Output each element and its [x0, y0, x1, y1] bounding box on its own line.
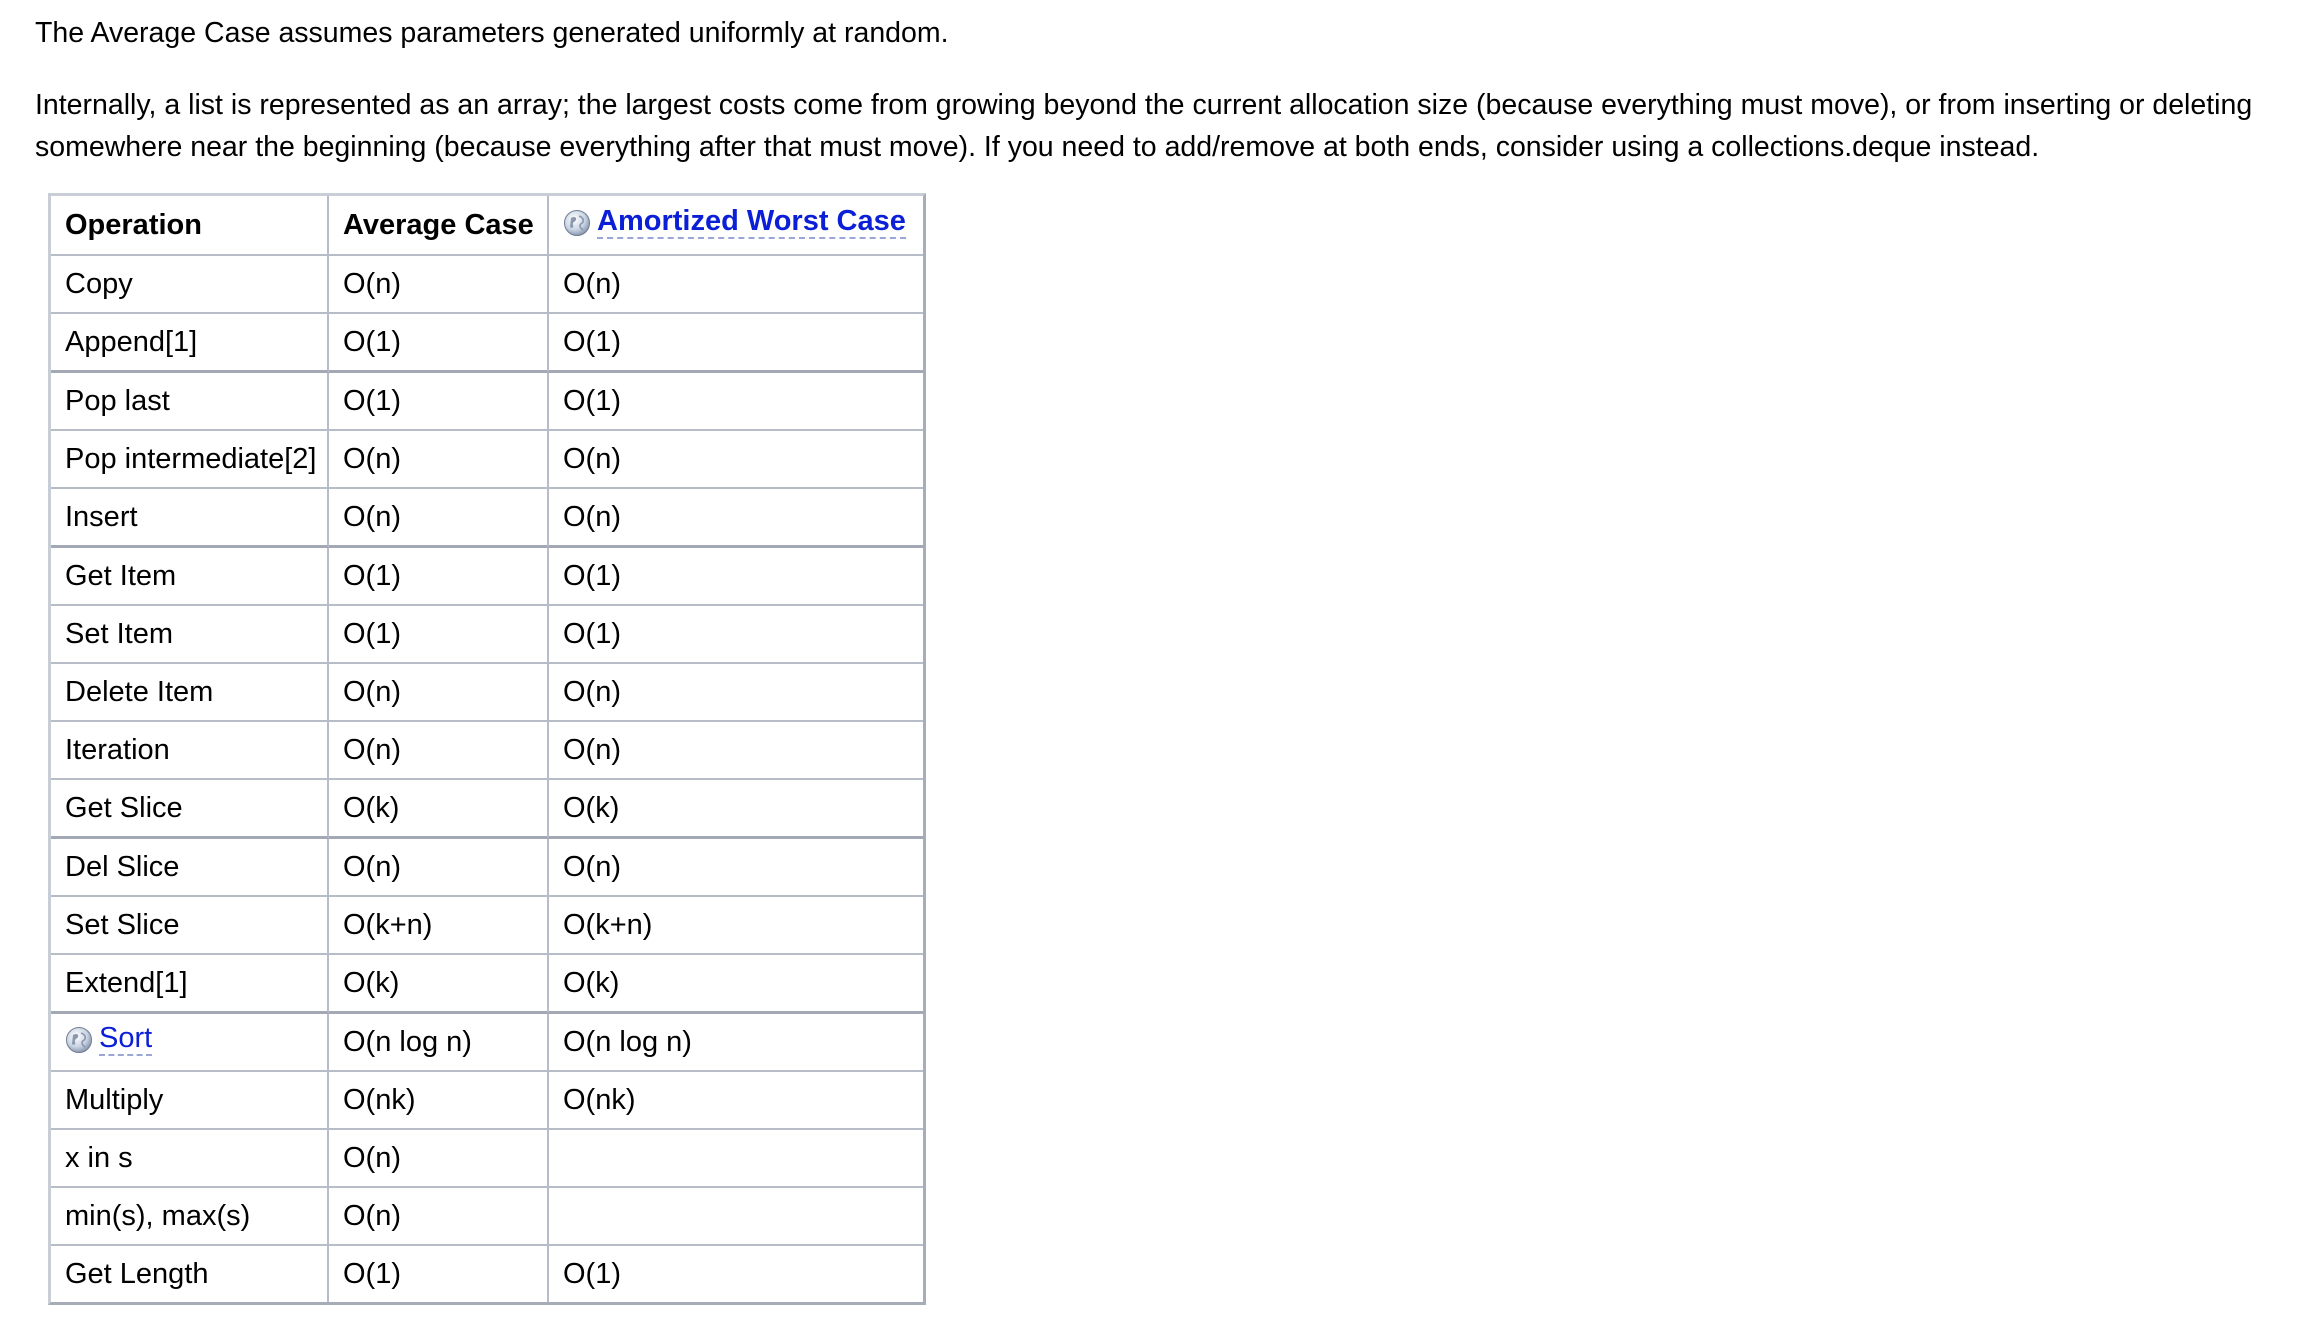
wiki-globe-icon — [66, 1027, 92, 1053]
header-operation: Operation — [51, 196, 329, 256]
worst-case-cell: O(1) — [549, 606, 923, 664]
operation-cell: Get Slice — [51, 780, 329, 839]
description-line-2: somewhere near the beginning (because ev… — [35, 131, 2040, 163]
table-row: Insert O(n) O(n) — [51, 489, 923, 548]
average-case-cell: O(1) — [329, 606, 549, 664]
table-row: Append[1] O(1) O(1) — [51, 314, 923, 373]
worst-case-cell: O(n) — [549, 256, 923, 314]
average-case-cell: O(k) — [329, 955, 549, 1014]
worst-case-cell: O(k) — [549, 780, 923, 839]
operation-cell: Copy — [51, 256, 329, 314]
operation-cell: Pop intermediate[2] — [51, 431, 329, 489]
operation-cell: min(s), max(s) — [51, 1188, 329, 1246]
operation-cell: Set Slice — [51, 897, 329, 955]
operation-cell: Set Item — [51, 606, 329, 664]
table-row: Delete Item O(n) O(n) — [51, 664, 923, 722]
average-case-cell: O(n) — [329, 1130, 549, 1188]
header-average-case: Average Case — [329, 196, 549, 256]
average-case-cell: O(n) — [329, 839, 549, 897]
operation-cell: Iteration — [51, 722, 329, 780]
average-case-cell: O(n) — [329, 1188, 549, 1246]
table-row: min(s), max(s) O(n) — [51, 1188, 923, 1246]
table-row: Iteration O(n) O(n) — [51, 722, 923, 780]
worst-case-cell: O(k+n) — [549, 897, 923, 955]
complexity-table: Operation Average Case Amortized Worst C… — [48, 193, 926, 1305]
worst-case-cell: O(n) — [549, 839, 923, 897]
worst-case-cell: O(k) — [549, 955, 923, 1014]
table-row: Extend[1] O(k) O(k) — [51, 955, 923, 1014]
operation-cell: Pop last — [51, 373, 329, 431]
average-case-cell: O(n) — [329, 431, 549, 489]
description-line-1: Internally, a list is represented as an … — [35, 89, 2253, 121]
table-header-row: Operation Average Case Amortized Worst C… — [51, 196, 923, 256]
average-case-cell: O(1) — [329, 314, 549, 373]
amortized-worst-case-link[interactable]: Amortized Worst Case — [597, 207, 906, 239]
worst-case-cell: O(n) — [549, 489, 923, 548]
worst-case-cell — [549, 1188, 923, 1246]
average-case-cell: O(n) — [329, 664, 549, 722]
table-row: Multiply O(nk) O(nk) — [51, 1072, 923, 1130]
average-case-cell: O(1) — [329, 373, 549, 431]
table-row: Set Slice O(k+n) O(k+n) — [51, 897, 923, 955]
worst-case-cell: O(nk) — [549, 1072, 923, 1130]
intro-text: The Average Case assumes parameters gene… — [35, 17, 949, 49]
average-case-cell: O(n log n) — [329, 1014, 549, 1072]
table-row: x in s O(n) — [51, 1130, 923, 1188]
average-case-cell: O(k+n) — [329, 897, 549, 955]
table-row: Get Item O(1) O(1) — [51, 548, 923, 606]
table-row: Pop last O(1) O(1) — [51, 373, 923, 431]
table-row: Set Item O(1) O(1) — [51, 606, 923, 664]
operation-cell-sort[interactable]: Sort — [51, 1014, 329, 1072]
operation-cell: Get Length — [51, 1246, 329, 1302]
average-case-cell: O(k) — [329, 780, 549, 839]
average-case-cell: O(1) — [329, 548, 549, 606]
description-paragraph: Internally, a list is represented as an … — [35, 84, 2275, 168]
sort-link[interactable]: Sort — [99, 1024, 153, 1056]
operation-cell: Delete Item — [51, 664, 329, 722]
operation-cell: Append[1] — [51, 314, 329, 373]
wiki-globe-icon — [564, 210, 590, 236]
operation-cell: Insert — [51, 489, 329, 548]
worst-case-cell: O(n) — [549, 722, 923, 780]
table-row: Del Slice O(n) O(n) — [51, 839, 923, 897]
average-case-cell: O(1) — [329, 1246, 549, 1302]
worst-case-cell: O(1) — [549, 314, 923, 373]
operation-cell: Del Slice — [51, 839, 329, 897]
table-row: Pop intermediate[2] O(n) O(n) — [51, 431, 923, 489]
worst-case-cell — [549, 1130, 923, 1188]
average-case-cell: O(n) — [329, 256, 549, 314]
average-case-cell: O(n) — [329, 489, 549, 548]
header-amortized-worst-case[interactable]: Amortized Worst Case — [549, 196, 923, 256]
table-row: Sort O(n log n) O(n log n) — [51, 1014, 923, 1072]
table-row: Copy O(n) O(n) — [51, 256, 923, 314]
worst-case-cell: O(n) — [549, 431, 923, 489]
worst-case-cell: O(n log n) — [549, 1014, 923, 1072]
worst-case-cell: O(1) — [549, 373, 923, 431]
operation-cell: Extend[1] — [51, 955, 329, 1014]
average-case-cell: O(nk) — [329, 1072, 549, 1130]
worst-case-cell: O(n) — [549, 664, 923, 722]
table-row: Get Slice O(k) O(k) — [51, 780, 923, 839]
operation-cell: x in s — [51, 1130, 329, 1188]
worst-case-cell: O(1) — [563, 1257, 621, 1290]
average-case-cell: O(n) — [329, 722, 549, 780]
operation-cell: Get Item — [51, 548, 329, 606]
worst-case-cell: O(1) — [549, 548, 923, 606]
operation-cell: Multiply — [51, 1072, 329, 1130]
table-row: Get Length O(1) O(1) — [51, 1246, 923, 1302]
